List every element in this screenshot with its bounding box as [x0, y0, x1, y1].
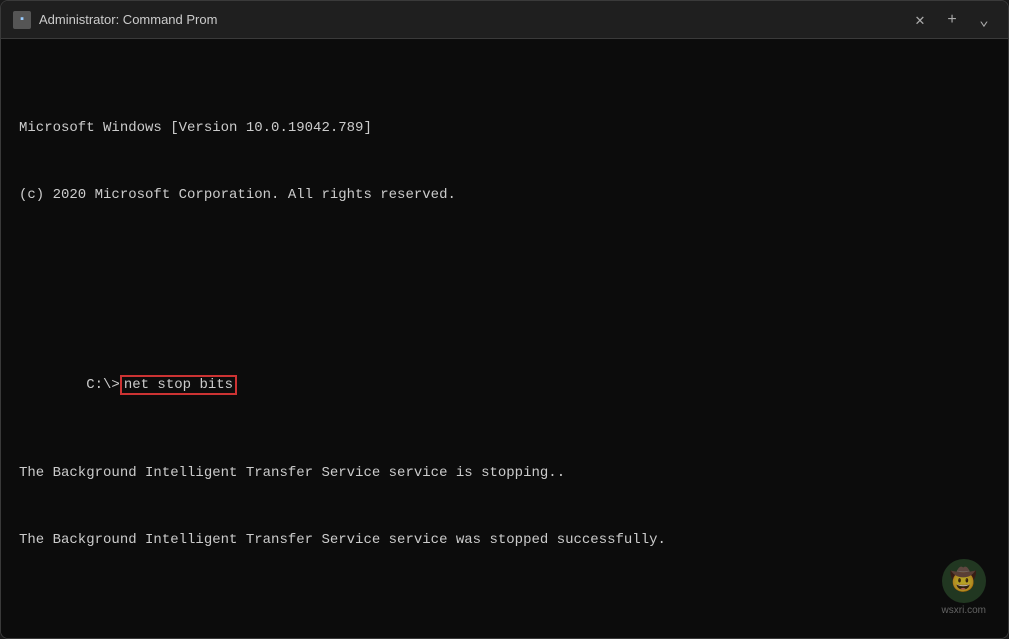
close-button[interactable]: ✕ [908, 8, 932, 32]
prompt-1: C:\> [86, 377, 120, 393]
cmd-line-1: C:\>net stop bits [19, 353, 990, 418]
output-1b: The Background Intelligent Transfer Serv… [19, 530, 990, 552]
copyright-line: (c) 2020 Microsoft Corporation. All righ… [19, 185, 990, 207]
terminal-body: Microsoft Windows [Version 10.0.19042.78… [1, 39, 1008, 638]
add-tab-button[interactable]: + [940, 8, 964, 32]
watermark: 🤠 wsxri.com [942, 559, 986, 616]
output-1a: The Background Intelligent Transfer Serv… [19, 463, 990, 485]
terminal-content: Microsoft Windows [Version 10.0.19042.78… [19, 53, 990, 638]
command-prompt-window: ▪ Administrator: Command Prom ✕ + ⌄ Micr… [0, 0, 1009, 639]
version-line: Microsoft Windows [Version 10.0.19042.78… [19, 118, 990, 140]
watermark-text: wsxri.com [942, 605, 986, 616]
watermark-icon: 🤠 [942, 559, 986, 603]
cmd-1-highlight: net stop bits [120, 375, 237, 395]
window-icon: ▪ [13, 11, 31, 29]
dropdown-button[interactable]: ⌄ [972, 8, 996, 32]
title-bar: ▪ Administrator: Command Prom ✕ + ⌄ [1, 1, 1008, 39]
window-title: Administrator: Command Prom [39, 12, 900, 27]
